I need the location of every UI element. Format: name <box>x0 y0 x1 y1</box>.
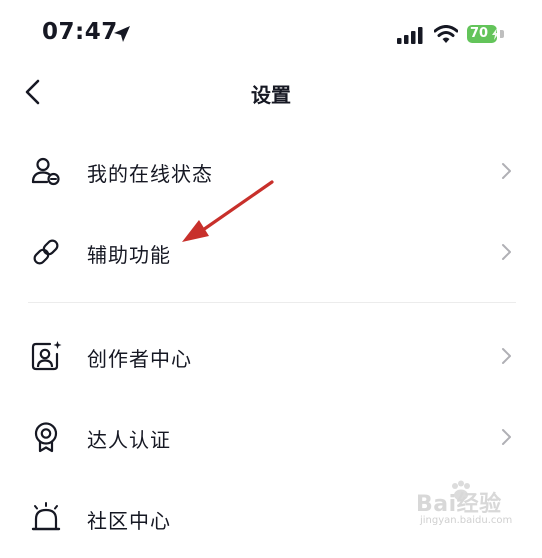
badge-medal-icon <box>34 422 58 453</box>
location-arrow-icon <box>114 26 130 42</box>
chevron-right-icon <box>502 163 511 179</box>
page-title: 设置 <box>251 83 291 107</box>
chevron-right-icon <box>502 244 511 260</box>
nav-bar: 设置 <box>0 68 542 116</box>
menu-item-expert-verification[interactable]: 达人认证 <box>0 397 542 477</box>
status-bar: 07:47 70 <box>0 0 542 68</box>
user-status-icon <box>31 157 60 186</box>
charging-bolt-icon <box>492 28 499 40</box>
alarm-bell-icon <box>31 502 61 531</box>
creator-portrait-icon <box>31 341 62 371</box>
watermark-url: jingyan.baidu.com <box>420 515 513 526</box>
watermark-brand: Bai经验 <box>416 492 502 517</box>
battery-cap <box>500 30 504 38</box>
menu-item-label: 创作者中心 <box>87 347 192 371</box>
section-divider <box>28 302 516 303</box>
menu-item-label: 达人认证 <box>87 428 171 452</box>
menu-item-label: 辅助功能 <box>87 243 171 267</box>
menu-item-creator-center[interactable]: 创作者中心 <box>0 316 542 396</box>
battery-indicator: 70 <box>467 25 507 45</box>
status-time: 07:47 <box>42 19 118 45</box>
chevron-right-icon <box>502 429 511 445</box>
menu-item-label: 社区中心 <box>87 509 171 533</box>
watermark: Bai经验 jingyan.baidu.com <box>398 478 538 538</box>
annotation-arrow-icon <box>182 180 274 242</box>
wifi-icon <box>434 25 458 43</box>
chevron-right-icon <box>502 348 511 364</box>
cellular-signal-icon <box>397 27 423 44</box>
link-icon <box>33 239 59 265</box>
